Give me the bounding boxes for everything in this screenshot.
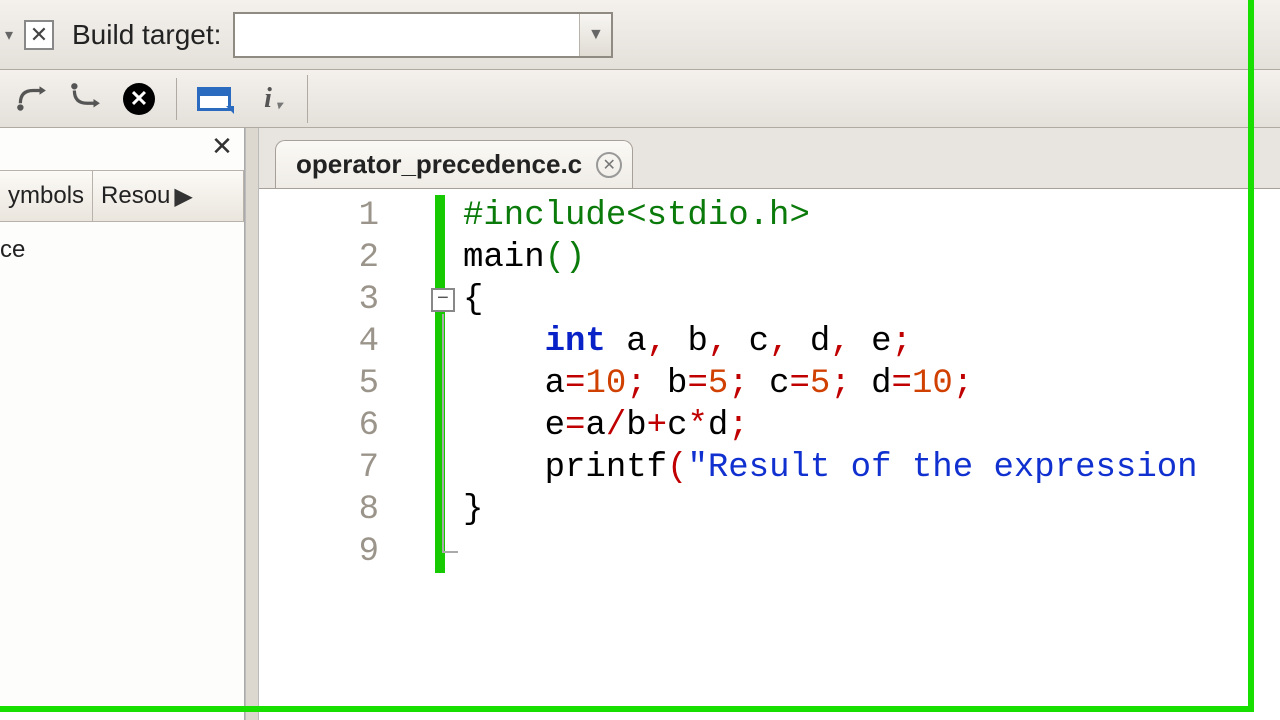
line-number: 5 bbox=[259, 363, 429, 405]
fold-toggle-icon[interactable]: − bbox=[431, 288, 455, 312]
toolbar-separator bbox=[307, 75, 308, 123]
line-gutter: 123456789 bbox=[259, 189, 429, 720]
line-number: 2 bbox=[259, 237, 429, 279]
file-tab-bar: operator_precedence.c ✕ bbox=[259, 128, 1280, 188]
build-target-label: Build target: bbox=[72, 19, 221, 51]
code-content[interactable]: #include<stdio.h>main(){ int a, b, c, d,… bbox=[463, 189, 1280, 720]
vertical-splitter[interactable] bbox=[245, 128, 259, 720]
toolbar-overflow-icon[interactable]: ▾ bbox=[0, 25, 18, 45]
fold-column: − bbox=[429, 189, 463, 720]
code-line[interactable]: int a, b, c, d, e; bbox=[463, 321, 1280, 363]
toolbar-separator bbox=[176, 78, 177, 120]
window-icon bbox=[197, 87, 231, 111]
code-line[interactable] bbox=[463, 531, 1280, 573]
editor-area: operator_precedence.c ✕ 123456789 − #inc… bbox=[259, 128, 1280, 720]
line-number: 4 bbox=[259, 321, 429, 363]
sidebar-tabs: ymbols Resou▶ bbox=[0, 170, 244, 222]
chevron-down-icon[interactable]: ▼ bbox=[579, 14, 611, 56]
line-number: 3 bbox=[259, 279, 429, 321]
code-line[interactable]: } bbox=[463, 489, 1280, 531]
fold-guide bbox=[442, 314, 444, 551]
step-into-icon[interactable] bbox=[64, 78, 106, 120]
stop-debug-button[interactable]: ✕ bbox=[118, 78, 160, 120]
code-line[interactable]: main() bbox=[463, 237, 1280, 279]
line-number: 7 bbox=[259, 447, 429, 489]
code-line[interactable]: { bbox=[463, 279, 1280, 321]
step-out-icon[interactable] bbox=[10, 78, 52, 120]
debug-toolbar: ✕ i▾ bbox=[0, 70, 1280, 128]
line-number: 1 bbox=[259, 195, 429, 237]
fold-end bbox=[442, 551, 458, 553]
code-line[interactable]: #include<stdio.h> bbox=[463, 195, 1280, 237]
info-icon: i▾ bbox=[264, 83, 272, 115]
line-number: 6 bbox=[259, 405, 429, 447]
debug-window-button[interactable] bbox=[193, 78, 235, 120]
sidebar-body: ce bbox=[0, 222, 244, 720]
main-area: ✕ ymbols Resou▶ ce operator_precedence.c… bbox=[0, 128, 1280, 720]
file-tab[interactable]: operator_precedence.c ✕ bbox=[275, 140, 633, 188]
sidebar-item[interactable]: ce bbox=[0, 232, 244, 268]
close-icon[interactable]: ✕ bbox=[208, 132, 236, 160]
sidebar-tab-symbols[interactable]: ymbols bbox=[0, 171, 93, 221]
sidebar-panel: ✕ ymbols Resou▶ ce bbox=[0, 128, 245, 720]
abort-button[interactable]: ✕ bbox=[24, 20, 54, 50]
code-line[interactable]: a=10; b=5; c=5; d=10; bbox=[463, 363, 1280, 405]
sidebar-tab-resources[interactable]: Resou▶ bbox=[93, 171, 244, 221]
line-number: 9 bbox=[259, 531, 429, 573]
code-line[interactable]: printf("Result of the expression bbox=[463, 447, 1280, 489]
info-button[interactable]: i▾ bbox=[247, 78, 289, 120]
close-tab-icon[interactable]: ✕ bbox=[596, 152, 622, 178]
build-target-combo[interactable]: ▼ bbox=[233, 12, 613, 58]
line-number: 8 bbox=[259, 489, 429, 531]
code-line[interactable]: e=a/b+c*d; bbox=[463, 405, 1280, 447]
file-tab-label: operator_precedence.c bbox=[296, 149, 582, 180]
code-editor[interactable]: 123456789 − #include<stdio.h>main(){ int… bbox=[259, 188, 1280, 720]
build-toolbar: ▾ ✕ Build target: ▼ bbox=[0, 0, 1280, 70]
cancel-icon: ✕ bbox=[123, 83, 155, 115]
chevron-right-icon: ▶ bbox=[174, 182, 192, 211]
